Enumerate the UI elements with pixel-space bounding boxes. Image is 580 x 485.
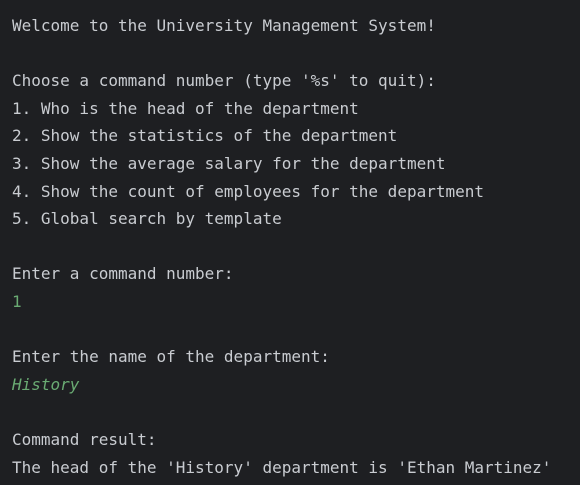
welcome-message: Welcome to the University Management Sys… [12,16,436,35]
command-option-4: 4. Show the count of employees for the d… [12,181,485,201]
enter-command-prompt: Enter a command number: [12,264,234,284]
department-name-input[interactable]: History [12,371,580,399]
command-result-text: The head of the 'History' department is … [12,457,552,477]
command-option-5: 5. Global search by template [12,209,282,229]
choose-command-prompt: Choose a command number (type '%s' to qu… [12,71,436,91]
console-output[interactable]: Welcome to the University Management Sys… [12,12,580,485]
command-result-label: Command result: [12,429,157,449]
command-option-2: 2. Show the statistics of the department [12,126,398,146]
command-option-1: 1. Who is the head of the department [12,98,359,118]
command-number-input[interactable]: 1 [12,288,580,316]
command-option-3: 3. Show the average salary for the depar… [12,153,446,173]
enter-department-prompt: Enter the name of the department: [12,347,330,367]
